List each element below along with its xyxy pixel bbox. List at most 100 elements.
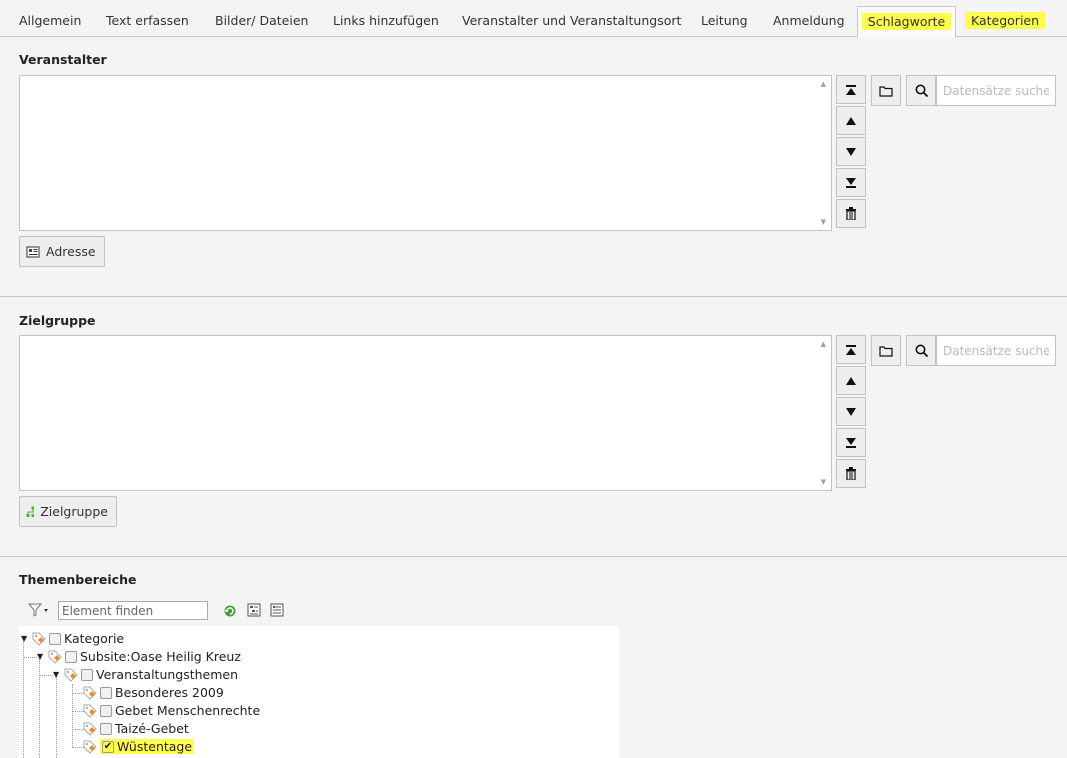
- tree-checkbox[interactable]: [100, 722, 112, 735]
- veranstalter-listbox[interactable]: ▲ ▼: [19, 75, 832, 231]
- zielgruppe-scrollbar[interactable]: ▲ ▼: [815, 336, 831, 490]
- delete-button[interactable]: [836, 199, 866, 228]
- search-icon: [915, 344, 928, 357]
- tree-guide-line: [56, 674, 57, 758]
- tab-kategorien-label: Kategorien: [965, 12, 1046, 29]
- tree-node: ▼ Kategorie: [21, 630, 124, 647]
- tab-schlagworte[interactable]: Schlagworte: [857, 6, 956, 38]
- zielgruppe-search-input[interactable]: [936, 335, 1056, 366]
- search-button[interactable]: [906, 335, 936, 366]
- tab-kategorien[interactable]: Kategorien: [965, 6, 1046, 37]
- move-down-button[interactable]: [836, 397, 866, 426]
- expanded-caret-icon[interactable]: ▼: [37, 652, 45, 661]
- move-up-button[interactable]: [836, 106, 866, 135]
- delete-button[interactable]: [836, 459, 866, 488]
- move-top-icon: [846, 84, 856, 95]
- collapse-all-icon: [270, 603, 284, 617]
- veranstalter-search-input[interactable]: [936, 75, 1056, 106]
- move-to-top-button[interactable]: [836, 335, 866, 364]
- filter-icon: [27, 603, 48, 617]
- tab-text-erfassen[interactable]: Text erfassen: [106, 6, 189, 37]
- section-divider: [0, 556, 1067, 557]
- zielgruppe-listbox[interactable]: ▲ ▼: [19, 335, 832, 491]
- tree-checkbox[interactable]: [49, 632, 61, 645]
- tree-node: ▼ Subsite:Oase Heilig Kreuz: [37, 648, 241, 665]
- tree-checkbox[interactable]: [65, 650, 77, 663]
- zielgruppe-title: Zielgruppe: [19, 313, 96, 328]
- expand-all-button[interactable]: [247, 603, 261, 620]
- tab-veranstalter-und-ort[interactable]: Veranstalter und Veranstaltungsort: [462, 6, 681, 37]
- adresse-button[interactable]: Adresse: [19, 236, 105, 267]
- expand-all-icon: [247, 603, 261, 617]
- tree-node-label[interactable]: Taizé-Gebet: [115, 721, 189, 736]
- tree-guide-line: [39, 656, 40, 758]
- browse-records-button[interactable]: [871, 75, 901, 106]
- veranstalter-scrollbar[interactable]: ▲ ▼: [815, 76, 831, 230]
- tab-anmeldung[interactable]: Anmeldung: [773, 6, 845, 37]
- tree-checkbox[interactable]: [100, 704, 112, 717]
- tab-bar: Allgemein Text erfassen Bilder/ Dateien …: [0, 0, 1067, 38]
- move-up-button[interactable]: [836, 366, 866, 395]
- expanded-caret-icon[interactable]: ▼: [21, 634, 29, 643]
- hierarchy-icon: [26, 506, 35, 517]
- tab-bilder-dateien[interactable]: Bilder/ Dateien: [215, 6, 308, 37]
- themenbereiche-title: Themenbereiche: [19, 572, 137, 587]
- category-tag-icon: [83, 686, 97, 700]
- scroll-up-icon[interactable]: ▲: [821, 340, 826, 348]
- expanded-caret-icon[interactable]: ▼: [53, 670, 61, 679]
- tree-guide-line: [23, 638, 24, 758]
- tab-schlagworte-label: Schlagworte: [861, 13, 952, 30]
- section-divider: [0, 296, 1067, 297]
- tree-checkbox[interactable]: [100, 686, 112, 699]
- refresh-tree-button[interactable]: [223, 604, 237, 621]
- category-tag-icon: [64, 668, 78, 682]
- move-top-icon: [846, 344, 856, 355]
- tree-node: ▼ Veranstaltungsthemen: [53, 666, 238, 683]
- tree-guide-line: [23, 657, 37, 658]
- category-tag-icon: [83, 722, 97, 736]
- collapse-all-button[interactable]: [270, 603, 284, 620]
- category-tag-icon: [83, 740, 97, 754]
- tree-node: Taizé-Gebet: [83, 720, 189, 737]
- tree-checkbox[interactable]: [81, 668, 93, 681]
- move-down-button[interactable]: [836, 137, 866, 166]
- refresh-icon: [224, 605, 236, 617]
- search-icon: [915, 84, 928, 97]
- move-bottom-icon: [846, 437, 856, 448]
- tree-filter-input[interactable]: [58, 601, 208, 620]
- tab-allgemein[interactable]: Allgemein: [19, 6, 81, 37]
- address-book-icon: [26, 246, 40, 257]
- veranstalter-title: Veranstalter: [19, 52, 107, 67]
- tree-node-label[interactable]: Besonderes 2009: [115, 685, 224, 700]
- zielgruppe-button[interactable]: Zielgruppe: [19, 496, 117, 527]
- category-tag-icon: [32, 632, 46, 646]
- category-tree: ▼ Kategorie ▼ Subsite:Oase Heilig Kreuz …: [19, 626, 619, 758]
- move-to-bottom-button[interactable]: [836, 168, 866, 197]
- tab-leitung[interactable]: Leitung: [701, 6, 748, 37]
- scroll-up-icon[interactable]: ▲: [821, 80, 826, 88]
- tree-checkbox-checked[interactable]: ✔: [102, 740, 114, 753]
- folder-icon: [879, 345, 893, 357]
- tree-node-label[interactable]: Wüstentage: [117, 739, 192, 754]
- tree-node-label[interactable]: Subsite:Oase Heilig Kreuz: [80, 649, 241, 664]
- highlighted-node: ✔ Wüstentage: [100, 739, 195, 754]
- search-button[interactable]: [906, 75, 936, 106]
- tree-node-label[interactable]: Veranstaltungsthemen: [96, 667, 238, 682]
- trash-icon: [846, 207, 856, 220]
- browse-records-button[interactable]: [871, 335, 901, 366]
- tree-node-label[interactable]: Kategorie: [64, 631, 124, 646]
- scroll-down-icon[interactable]: ▼: [821, 218, 826, 226]
- category-tag-icon: [48, 650, 62, 664]
- tab-links-hinzufuegen[interactable]: Links hinzufügen: [333, 6, 439, 37]
- tree-node-label[interactable]: Gebet Menschenrechte: [115, 703, 260, 718]
- move-bottom-icon: [846, 177, 856, 188]
- scroll-down-icon[interactable]: ▼: [821, 478, 826, 486]
- folder-icon: [879, 85, 893, 97]
- adresse-button-label: Adresse: [46, 244, 96, 259]
- trash-icon: [846, 467, 856, 480]
- tree-node: Gebet Menschenrechte: [83, 702, 260, 719]
- category-tag-icon: [83, 704, 97, 718]
- filter-dropdown[interactable]: [27, 603, 50, 620]
- move-to-bottom-button[interactable]: [836, 428, 866, 457]
- move-to-top-button[interactable]: [836, 75, 866, 104]
